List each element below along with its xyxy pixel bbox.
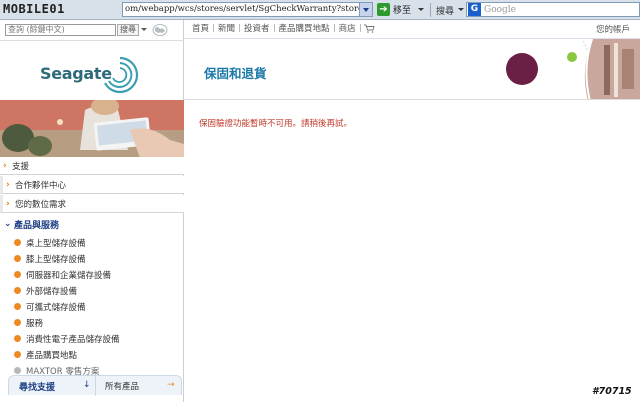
- bullet-icon: [14, 319, 21, 326]
- all-products-tab[interactable]: 所有產品: [105, 380, 139, 392]
- arrow-down-icon: ↓: [83, 380, 91, 390]
- product-link-desktop[interactable]: 桌上型儲存設備: [0, 236, 184, 250]
- seagate-logo[interactable]: Seagate: [40, 55, 140, 95]
- site-search-input[interactable]: 查詢 (餘鍵中文): [5, 24, 116, 36]
- left-sidebar: 查詢 (餘鍵中文) 搜尋 Seagate › 支援 › 合作夥伴中心 › 您的數…: [0, 20, 184, 402]
- warranty-error-message: 保固驗證功能暫時不可用。請稍後再試。: [199, 119, 353, 129]
- product-link-label: 消費性電子產品儲存設備: [26, 335, 120, 345]
- chevron-down-icon: ⌄: [4, 219, 12, 229]
- bullet-icon: [14, 335, 21, 342]
- product-link-label: 桌上型儲存設備: [26, 239, 86, 249]
- laptop-user-illustration: [0, 100, 184, 158]
- sidebar-hero-image: [0, 100, 184, 158]
- search-dropdown-icon[interactable]: [141, 28, 147, 31]
- go-button[interactable]: ➔ 移至: [377, 2, 411, 17]
- product-link-label: 產品購買地點: [26, 351, 78, 361]
- nav-home[interactable]: 首頁: [188, 22, 213, 34]
- go-menu-arrow-icon[interactable]: [418, 8, 424, 11]
- sidebar-link-partner-center[interactable]: › 合作夥伴中心: [0, 176, 184, 194]
- sidebar-link-support[interactable]: › 支援: [0, 157, 184, 175]
- product-link-where-to-buy[interactable]: 產品購買地點: [0, 348, 184, 362]
- search-engine-label[interactable]: 搜尋: [436, 4, 454, 17]
- google-logo-icon: G: [468, 3, 481, 16]
- go-arrow-icon: ➔: [377, 3, 390, 16]
- product-link-external[interactable]: 外部儲存設備: [0, 284, 184, 298]
- bullet-icon: [14, 255, 21, 262]
- find-support-tab[interactable]: 尋找支援: [19, 380, 55, 393]
- banner-decoration: [506, 39, 640, 99]
- product-link-label: 伺服器和企業儲存設備: [26, 271, 112, 281]
- product-link-label: 膝上型儲存設備: [26, 255, 86, 265]
- chevron-right-icon: ›: [6, 180, 10, 190]
- chevron-right-icon: ›: [3, 161, 7, 171]
- google-search-placeholder: Google: [484, 4, 516, 15]
- globe-icon[interactable]: [152, 23, 168, 37]
- site-search-button[interactable]: 搜尋: [117, 24, 139, 36]
- bullet-icon: [14, 239, 21, 246]
- page-banner: 保固和退貨: [184, 38, 640, 100]
- find-support-panel: 尋找支援 ↓ 所有產品 →: [8, 375, 182, 396]
- sidebar-link-label: 支援: [12, 161, 30, 172]
- bullet-icon: [14, 271, 21, 278]
- page-title: 保固和退貨: [204, 66, 267, 81]
- product-link-portable[interactable]: 可攜式儲存設備: [0, 300, 184, 314]
- sidebar-link-digital-needs[interactable]: › 您的數位需求: [0, 195, 184, 213]
- product-link-label: 可攜式儲存設備: [26, 303, 86, 313]
- product-link-consumer-electronics[interactable]: 消費性電子產品儲存設備: [0, 332, 184, 346]
- tab-divider: [95, 376, 96, 396]
- sidebar-link-label: 合作夥伴中心: [15, 180, 67, 191]
- product-link-laptop[interactable]: 膝上型儲存設備: [0, 252, 184, 266]
- photo-watermark-id: #70715: [592, 386, 632, 397]
- bullet-icon: [14, 367, 21, 374]
- search-engine-dropdown-icon[interactable]: [458, 8, 464, 11]
- product-link-services[interactable]: 服務: [0, 316, 184, 330]
- nav-investors[interactable]: 投資者: [240, 22, 274, 34]
- sidebar-link-label: 您的數位需求: [15, 199, 67, 210]
- product-link-enterprise[interactable]: 伺服器和企業儲存設備: [0, 268, 184, 282]
- browser-toolbar: MOBILE01 om/webapp/wcs/stores/servlet/Sg…: [0, 0, 640, 20]
- nav-store[interactable]: 商店: [335, 22, 360, 34]
- address-bar[interactable]: om/webapp/wcs/stores/servlet/SgCheckWarr…: [122, 2, 360, 17]
- section-title: 產品與服務: [14, 220, 60, 231]
- site-watermark-logo: MOBILE01: [3, 2, 65, 16]
- product-link-label: 外部儲存設備: [26, 287, 78, 297]
- your-account-link[interactable]: 您的帳戶: [596, 23, 630, 35]
- nav-where-to-buy[interactable]: 產品購買地點: [275, 22, 334, 34]
- nav-news[interactable]: 新聞: [214, 22, 239, 34]
- sidebar-top-divider: [0, 40, 184, 41]
- toolbar-divider: [430, 3, 431, 17]
- cart-icon[interactable]: [363, 24, 375, 33]
- bullet-icon: [14, 303, 21, 310]
- arrow-right-icon: →: [167, 380, 175, 390]
- top-navigation: 首頁 新聞 投資者 產品購買地點 商店 您的帳戶: [188, 20, 640, 36]
- brand-swirl-icon: [104, 56, 139, 94]
- google-search-box[interactable]: G Google: [466, 2, 640, 17]
- go-label: 移至: [393, 6, 412, 16]
- chevron-right-icon: ›: [6, 199, 10, 209]
- address-dropdown-button[interactable]: [359, 2, 373, 17]
- bullet-icon: [14, 351, 21, 358]
- bullet-icon: [14, 287, 21, 294]
- nav-divider: [359, 24, 361, 32]
- products-services-heading[interactable]: ⌄ 產品與服務: [0, 216, 184, 232]
- product-link-label: 服務: [26, 319, 44, 329]
